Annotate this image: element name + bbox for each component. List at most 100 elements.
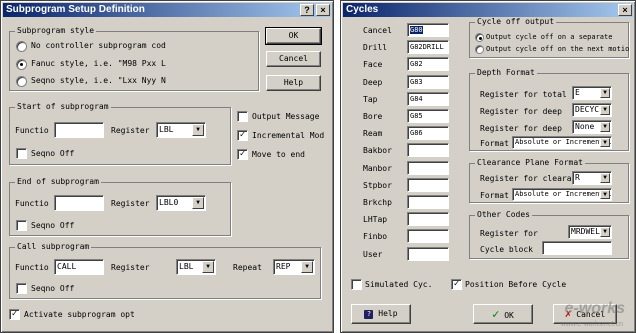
- end-of-subprogram-group: End of subprogram Functio Register LBL0 …: [9, 177, 231, 236]
- move-to-end-checkbox[interactable]: ✓: [237, 149, 248, 160]
- move-to-end-label: Move to end: [252, 150, 305, 159]
- chevron-down-icon[interactable]: ▼: [600, 190, 610, 199]
- cycle-input-value-4: G84: [410, 94, 423, 103]
- ok-button[interactable]: OK: [265, 27, 322, 45]
- cycle-off-separate-label: Output cycle off on a separate: [486, 33, 613, 41]
- clearance-register-label: Register for clearance: [480, 174, 586, 183]
- chevron-down-icon[interactable]: ▼: [301, 261, 313, 273]
- call-function-input[interactable]: CALL: [54, 259, 104, 275]
- cycle-label-11: LHTap: [363, 215, 388, 225]
- cancel-button[interactable]: Cancel: [266, 51, 321, 67]
- start-function-label: Functio: [15, 126, 49, 135]
- depth-deep2-select[interactable]: None ▼: [572, 120, 612, 134]
- depth-deep1-select[interactable]: DECYCLE ▼: [572, 103, 612, 117]
- cycle-input-6[interactable]: G86: [407, 126, 449, 141]
- chevron-down-icon[interactable]: ▼: [600, 138, 610, 147]
- cycle-label-1: Drill: [363, 43, 388, 53]
- start-register-select[interactable]: LBL ▼: [156, 122, 206, 138]
- cycle-input-7[interactable]: [407, 143, 449, 158]
- cycle-input-value-3: G83: [410, 77, 423, 86]
- cycle-label-4: Tap: [363, 94, 378, 104]
- cycle-input-13[interactable]: [407, 246, 449, 261]
- ok-button[interactable]: ✓ OK: [473, 304, 533, 324]
- cycle-block-label: Cycle block: [480, 245, 533, 254]
- chevron-down-icon[interactable]: ▼: [202, 261, 214, 273]
- cycle-input-8[interactable]: [407, 160, 449, 175]
- help-icon[interactable]: ?: [300, 4, 314, 16]
- call-seqno-off-checkbox[interactable]: [16, 283, 27, 294]
- incremental-mod-label: Incremental Mod: [252, 131, 325, 140]
- start-of-subprogram-group: Start of subprogram Functio Register LBL…: [9, 102, 231, 165]
- end-seqno-off-checkbox[interactable]: [16, 220, 27, 231]
- depth-total-label: Register for total: [480, 90, 567, 99]
- position-before-cycle-checkbox[interactable]: ✓: [451, 279, 462, 290]
- subprogram-setup-dialog: Subprogram Setup Definition ? × Subprogr…: [0, 0, 334, 333]
- cycle-off-separate-radio[interactable]: [475, 33, 484, 42]
- cycle-input-9[interactable]: [407, 177, 449, 192]
- depth-format-value: Absolute or Incremental: [515, 138, 612, 146]
- cycle-block-input[interactable]: [542, 241, 612, 255]
- start-seqno-off-checkbox[interactable]: [16, 148, 27, 159]
- depth-total-select[interactable]: E ▼: [572, 86, 612, 100]
- end-register-select[interactable]: LBL0 ▼: [156, 195, 206, 211]
- close-icon[interactable]: ×: [316, 4, 330, 16]
- style-radio-seqno[interactable]: [16, 76, 27, 87]
- chevron-down-icon[interactable]: ▼: [192, 124, 204, 136]
- style-radio-none[interactable]: [16, 41, 27, 52]
- call-register-value: LBL: [179, 262, 194, 271]
- help-button[interactable]: ? Help: [351, 304, 411, 324]
- end-function-input[interactable]: [54, 195, 104, 211]
- end-group-label: End of subprogram: [15, 177, 101, 187]
- help-button[interactable]: Help: [266, 75, 321, 91]
- output-message-checkbox[interactable]: [237, 111, 248, 122]
- cycle-label-10: Brkchp: [363, 198, 392, 207]
- chevron-down-icon[interactable]: ▼: [600, 105, 610, 115]
- chevron-down-icon[interactable]: ▼: [600, 227, 610, 237]
- simulated-cycle-checkbox[interactable]: [351, 279, 362, 290]
- chevron-down-icon[interactable]: ▼: [600, 173, 610, 183]
- close-icon[interactable]: ×: [618, 4, 632, 16]
- clearance-plane-group: Clearance Plane Format Register for clea…: [469, 158, 629, 203]
- left-title-bar[interactable]: Subprogram Setup Definition ? ×: [3, 3, 331, 17]
- cycle-off-output-group: Cycle off output Output cycle off on a s…: [469, 17, 629, 58]
- other-register-select[interactable]: MRDWELL ▼: [568, 225, 612, 239]
- start-function-input[interactable]: [54, 122, 104, 138]
- activate-subprogram-checkbox[interactable]: ✓: [9, 309, 20, 320]
- cycle-input-3[interactable]: G83: [407, 74, 449, 89]
- cycle-off-next-radio[interactable]: [475, 45, 484, 54]
- cycle-input-12[interactable]: [407, 229, 449, 244]
- cycle-input-0[interactable]: G80: [407, 23, 449, 37]
- clearance-format-select[interactable]: Absolute or Incremental ▼: [512, 188, 612, 201]
- depth-format-select[interactable]: Absolute or Incremental ▼: [512, 136, 612, 149]
- output-message-label: Output Message: [252, 112, 320, 121]
- watermark-logo: e-works: [564, 300, 625, 317]
- depth-format-field-label: Format: [480, 139, 509, 148]
- cycle-input-2[interactable]: G82: [407, 57, 449, 72]
- right-title-bar[interactable]: Cycles ×: [343, 3, 633, 17]
- cycle-input-11[interactable]: [407, 212, 449, 227]
- cycle-input-5[interactable]: G85: [407, 109, 449, 123]
- incremental-mod-checkbox[interactable]: ✓: [237, 130, 248, 141]
- start-register-value: LBL: [159, 125, 174, 134]
- cycle-input-1[interactable]: G82DRILL: [407, 40, 449, 55]
- call-repeat-select[interactable]: REP ▼: [273, 259, 315, 275]
- simulated-cycle-label: Simulated Cyc.: [365, 280, 433, 289]
- call-seqno-off-label: Seqno Off: [31, 284, 75, 293]
- cycle-input-4[interactable]: G84: [407, 91, 449, 106]
- chevron-down-icon[interactable]: ▼: [600, 122, 610, 132]
- call-register-select[interactable]: LBL ▼: [176, 259, 216, 275]
- call-group-label: Call subprogram: [15, 242, 92, 252]
- activate-subprogram-label: Activate subprogram opt: [24, 310, 135, 319]
- style-radio-fanuc[interactable]: [16, 59, 27, 70]
- chevron-down-icon[interactable]: ▼: [192, 197, 204, 209]
- clearance-register-select[interactable]: R ▼: [572, 171, 612, 185]
- clearance-register-value: R: [575, 173, 580, 182]
- cycle-label-0: Cancel: [363, 26, 392, 35]
- cycle-label-12: Finbo: [363, 232, 388, 242]
- clearance-format-label: Format: [480, 191, 509, 200]
- depth-deep2-label: Register for deep: [480, 124, 562, 133]
- watermark-url: www.e-works.net.cn: [560, 321, 623, 328]
- chevron-down-icon[interactable]: ▼: [600, 88, 610, 98]
- cycle-input-10[interactable]: [407, 195, 449, 209]
- checkmark-icon: ✓: [492, 307, 500, 321]
